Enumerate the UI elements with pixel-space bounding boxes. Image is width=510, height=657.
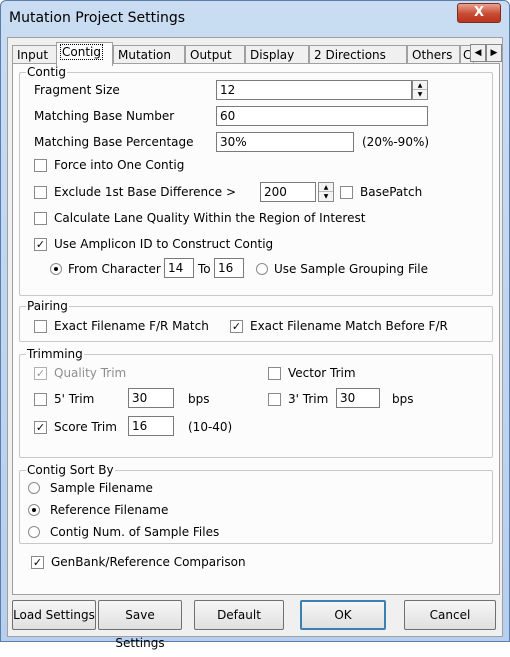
five-trim-label: 5' Trim (54, 392, 95, 406)
save-settings-button[interactable]: Save Settings (98, 600, 182, 650)
quality-trim-checkbox[interactable]: ✓ (34, 367, 47, 380)
five-trim-unit: bps (188, 392, 210, 406)
exclude-first-base-checkbox[interactable] (34, 186, 47, 199)
tab-display[interactable]: Display (245, 45, 309, 65)
sort-sample-label: Sample Filename (50, 481, 153, 495)
tab-others-label: Others (412, 48, 453, 62)
tab-contig-label: Contig (60, 44, 103, 60)
sort-sample-radio[interactable] (28, 482, 40, 494)
sort-group: Contig Sort By Sample Filename Reference… (19, 463, 493, 544)
score-trim-input[interactable]: 16 (128, 416, 174, 436)
matching-base-pct-label: Matching Base Percentage (34, 135, 194, 149)
exclude-first-base-label: Exclude 1st Base Difference > (54, 185, 236, 199)
vector-trim-checkbox[interactable] (268, 367, 281, 380)
ok-button[interactable]: OK (300, 600, 386, 630)
base-patch-checkbox[interactable] (340, 186, 353, 199)
window-title: Mutation Project Settings (9, 10, 186, 26)
tab-input-label: Input (17, 48, 49, 62)
quality-trim-label: Quality Trim (54, 366, 127, 380)
matching-base-pct-range: (20%-90%) (362, 135, 430, 149)
three-trim-checkbox[interactable] (268, 393, 281, 406)
tab-others[interactable]: Others (407, 45, 460, 65)
sort-contig-num-radio[interactable] (28, 526, 40, 538)
tab-output-label: Output (190, 48, 232, 62)
tab-scroll-right-icon[interactable]: ▶ (486, 44, 502, 62)
lane-quality-label: Calculate Lane Quality Within the Region… (54, 211, 366, 225)
sort-reference-label: Reference Filename (50, 503, 169, 517)
three-trim-unit: bps (392, 392, 414, 406)
from-character-input[interactable]: 14 (164, 258, 194, 278)
genbank-checkbox[interactable]: ✓ (31, 556, 44, 569)
sample-grouping-label: Use Sample Grouping File (274, 262, 429, 276)
tab-display-label: Display (250, 48, 295, 62)
base-patch-label: BasePatch (360, 185, 423, 199)
amplicon-label: Use Amplicon ID to Construct Contig (54, 237, 274, 251)
score-trim-label: Score Trim (54, 420, 117, 434)
trimming-group: Trimming ✓ Quality Trim Vector Trim 5' T… (19, 347, 493, 458)
settings-window: Mutation Project Settings X Input Contig… (0, 0, 510, 650)
force-one-contig-checkbox[interactable] (34, 159, 47, 172)
matching-base-pct-input[interactable]: 30% (216, 132, 354, 152)
lane-quality-checkbox[interactable] (34, 212, 47, 225)
spin-down-icon[interactable]: ▼ (319, 192, 333, 201)
five-trim-input[interactable]: 30 (128, 388, 174, 408)
exact-fr-checkbox[interactable] (34, 320, 47, 333)
sort-group-title: Contig Sort By (26, 463, 115, 477)
contig-tab-pane: Contig Fragment Size 12 ▲ ▼ Matching Base… (12, 63, 500, 595)
tab-scroll-left-icon[interactable]: ◀ (470, 44, 486, 62)
exact-fr-label: Exact Filename F/R Match (54, 319, 209, 333)
pairing-group: Pairing Exact Filename F/R Match ✓ Exact… (19, 299, 493, 342)
contig-group-title: Contig (26, 65, 67, 79)
contig-group: Contig Fragment Size 12 ▲ ▼ Matching Base… (19, 65, 493, 296)
tab-strip: Input Contig Mutation Output Display 2 D… (12, 42, 502, 66)
to-label: To (198, 262, 211, 276)
from-character-radio[interactable] (50, 263, 62, 275)
dialog-client: Input Contig Mutation Output Display 2 D… (7, 37, 503, 650)
tab-scroll-arrows: ◀ ▶ (470, 44, 502, 62)
sort-reference-radio[interactable] (28, 504, 40, 516)
exact-before-fr-checkbox[interactable]: ✓ (230, 320, 243, 333)
tab-mutation[interactable]: Mutation (113, 45, 185, 65)
fragment-size-input[interactable]: 12 (216, 80, 412, 100)
tab-2-directions[interactable]: 2 Directions (309, 45, 407, 65)
exclude-first-base-input[interactable]: 200 (260, 182, 316, 202)
sample-grouping-radio[interactable] (256, 263, 268, 275)
default-button[interactable]: Default (194, 600, 284, 630)
matching-base-number-label: Matching Base Number (34, 109, 175, 123)
spin-up-icon[interactable]: ▲ (413, 81, 427, 90)
matching-base-number-input[interactable]: 60 (216, 106, 428, 126)
load-settings-button[interactable]: Load Settings (12, 600, 96, 630)
cancel-button[interactable]: Cancel (404, 600, 496, 630)
score-trim-checkbox[interactable]: ✓ (34, 421, 47, 434)
fragment-size-spinner[interactable]: ▲ ▼ (412, 80, 428, 100)
three-trim-input[interactable]: 30 (336, 388, 380, 408)
trimming-group-title: Trimming (26, 347, 84, 361)
vector-trim-label: Vector Trim (288, 366, 356, 380)
force-one-contig-label: Force into One Contig (54, 158, 185, 172)
spin-down-icon[interactable]: ▼ (413, 90, 427, 99)
pairing-group-title: Pairing (26, 299, 69, 313)
score-trim-range: (10-40) (188, 420, 233, 434)
tab-mutation-label: Mutation (118, 48, 172, 62)
tab-output[interactable]: Output (185, 45, 245, 65)
amplicon-checkbox[interactable]: ✓ (34, 238, 47, 251)
tab-contig[interactable]: Contig (56, 42, 113, 66)
to-input[interactable]: 16 (214, 258, 244, 278)
tab-2-directions-label: 2 Directions (314, 48, 386, 62)
fragment-size-label: Fragment Size (34, 83, 120, 97)
from-character-label: From Character (68, 262, 161, 276)
five-trim-checkbox[interactable] (34, 393, 47, 406)
close-button[interactable]: X (457, 3, 501, 23)
tab-input[interactable]: Input (12, 45, 57, 65)
three-trim-label: 3' Trim (288, 392, 329, 406)
genbank-label: GenBank/Reference Comparison (51, 555, 246, 569)
spin-up-icon[interactable]: ▲ (319, 183, 333, 192)
exclude-first-base-spinner[interactable]: ▲ ▼ (318, 182, 334, 202)
exact-before-fr-label: Exact Filename Match Before F/R (250, 319, 448, 333)
sort-contig-num-label: Contig Num. of Sample Files (50, 525, 220, 539)
title-bar[interactable]: Mutation Project Settings X (1, 1, 509, 37)
